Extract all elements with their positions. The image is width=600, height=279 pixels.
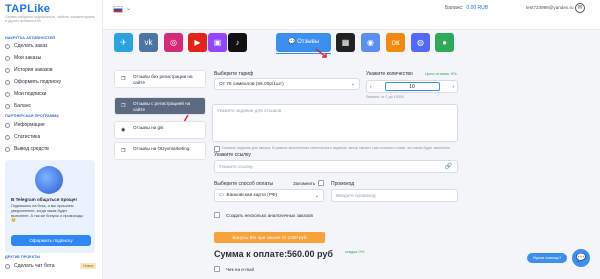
- annotation-arrow-icon: [315, 48, 327, 58]
- logo[interactable]: TAPLike: [5, 3, 50, 15]
- platform-likee-icon[interactable]: ◍: [411, 33, 430, 52]
- link-input[interactable]: Укажите ссылку 🔗: [214, 160, 458, 173]
- section-heading: Накрутка активностей: [5, 36, 55, 40]
- service-option[interactable]: ❐ Отзывы на Otzyvmarketing: [114, 142, 206, 160]
- telegram-card-title: В Telegram общаться проще!: [11, 197, 78, 202]
- platform-telegram-icon[interactable]: ✈: [114, 33, 133, 52]
- quantity-stepper[interactable]: ‹ 10 ›: [366, 80, 458, 93]
- payment-label: Выберите способ оплаты: [214, 181, 274, 187]
- quantity-label: Укажите количество: [366, 71, 413, 77]
- remember-checkbox[interactable]: [318, 180, 324, 186]
- chevron-down-icon: ⌄: [350, 81, 355, 87]
- service-option-active[interactable]: ❐ Отзывы с регистрацией на сайте: [114, 97, 206, 115]
- sidebar-item-my-subscriptions[interactable]: Мои подписки: [5, 91, 46, 97]
- plus-icon[interactable]: ›: [452, 84, 454, 90]
- minus-icon[interactable]: ‹: [370, 84, 372, 90]
- stats-icon: [5, 134, 10, 140]
- multi-order-checkbox[interactable]: [214, 212, 220, 218]
- sidebar-item-make-order[interactable]: Сделать заказ: [5, 43, 47, 49]
- tariff-select[interactable]: От 75 символов (56.00р/1шт) ⌄: [214, 78, 360, 90]
- help-button[interactable]: Нужна помощь?: [527, 253, 567, 263]
- sidebar-item-subscribe[interactable]: Оформить подписку: [5, 79, 61, 85]
- task-textarea[interactable]: Укажите задание для отзывов: [212, 104, 458, 142]
- russia-flag-icon[interactable]: [113, 6, 123, 13]
- link-label: Укажите ссылку: [214, 152, 251, 158]
- bonus-banner: Бонусы 5% при заказе от 1000 руб: [214, 232, 325, 243]
- payment-select[interactable]: ▭ Банковская карта (РФ) ⌄: [214, 189, 324, 202]
- subscriptions-icon: [5, 91, 10, 97]
- platform-youtube-icon[interactable]: ▶: [188, 33, 207, 52]
- total-label: Сумма к оплате:: [214, 249, 288, 259]
- section-heading: Партнерская программа: [5, 114, 59, 118]
- new-badge: Новое: [80, 263, 97, 269]
- service-option[interactable]: ◉ Отзывы на gis: [114, 121, 206, 139]
- user-email[interactable]: test723999@yandex.ru: [526, 5, 574, 10]
- chevron-down-icon[interactable]: ⌄: [126, 5, 131, 12]
- plus-icon: [5, 43, 10, 49]
- link-icon: 🔗: [444, 164, 452, 170]
- platform-yandex-zen-icon[interactable]: ▦: [336, 33, 355, 52]
- tariff-label: Выберите тариф: [214, 71, 254, 77]
- platform-twitch-icon[interactable]: ▣: [208, 33, 227, 52]
- logo-tagline: Сервис накрутки подписчиков, лайков, ком…: [5, 15, 95, 24]
- sidebar-item-balance[interactable]: Баланс: [5, 103, 31, 109]
- sidebar: TAPLike Сервис накрутки подписчиков, лай…: [0, 0, 103, 279]
- chat-icon[interactable]: 💬: [572, 249, 590, 267]
- total-value: 560.00 руб: [287, 249, 333, 259]
- platform-green-service-icon[interactable]: ●: [435, 33, 454, 52]
- sidebar-item-info[interactable]: Информация: [5, 122, 45, 128]
- balance-value: 0.00 RUB: [466, 5, 489, 11]
- sidebar-item-my-orders[interactable]: Мои заказы: [5, 55, 41, 61]
- bot-icon: [5, 263, 10, 269]
- balance: Баланс: 0.00 RUB: [445, 5, 489, 11]
- telegram-card-text: Подпишись на бота, и мы пришлем уведомле…: [11, 204, 84, 223]
- telegram-promo-card: В Telegram общаться проще! Подпишись на …: [5, 160, 95, 253]
- platform-tiktok-icon[interactable]: ♪: [228, 33, 247, 52]
- sidebar-item-withdraw[interactable]: Вывод средств: [5, 146, 49, 152]
- subscribe-icon: [5, 79, 10, 85]
- price-link[interactable]: Цена отзыва: 5%: [425, 71, 457, 76]
- section-heading: Другие проекты: [5, 255, 41, 259]
- comment-icon: ❐: [121, 76, 126, 82]
- history-icon: [5, 67, 10, 73]
- list-icon: [5, 55, 10, 61]
- card-icon: ▭: [219, 193, 224, 198]
- comment-icon: 💬: [287, 39, 298, 45]
- comment-icon: ❐: [121, 103, 126, 109]
- platform-instagram-icon[interactable]: ◎: [164, 33, 183, 52]
- comment-icon: ❐: [121, 148, 126, 154]
- quantity-value[interactable]: 10: [384, 82, 440, 91]
- remember-label: Запомнить: [293, 181, 316, 186]
- wallet-icon: [5, 103, 10, 109]
- platform-label: Отзывы: [297, 39, 320, 45]
- discount-label: скидка 0%: [345, 249, 365, 254]
- info-icon: [5, 122, 10, 128]
- chevron-down-icon: ⌄: [314, 192, 319, 199]
- telegram-mascot-icon: [35, 166, 63, 194]
- eye-icon: ◉: [121, 127, 126, 133]
- sidebar-item-chatbot[interactable]: Сделать чат бота: [5, 263, 55, 269]
- withdraw-icon: [5, 146, 10, 152]
- sidebar-item-history[interactable]: История заказов: [5, 67, 53, 73]
- promo-label: Промокод: [331, 181, 355, 187]
- describe-task-text: Описать задание для автора. В рамках вып…: [222, 146, 451, 150]
- email-receipt-checkbox[interactable]: [214, 266, 220, 272]
- subscribe-button[interactable]: Оформить подписку: [11, 235, 91, 246]
- mail-icon[interactable]: ✉: [575, 3, 585, 13]
- sidebar-item-stats[interactable]: Статистика: [5, 134, 40, 140]
- promo-input[interactable]: Введите промокод: [331, 189, 458, 202]
- service-option[interactable]: ❐ Отзывы без регистрации на сайте: [114, 70, 206, 88]
- multi-order-label: Создать несколько аналогичных заказов: [226, 213, 313, 218]
- email-receipt-label: Чек на e-mail: [226, 267, 254, 272]
- platform-discord-icon[interactable]: ◉: [361, 33, 380, 52]
- quantity-limits: Лимиты: от 1 до 10000: [366, 95, 404, 99]
- platform-odnoklassniki-icon[interactable]: ок: [386, 33, 405, 52]
- platform-vk-icon[interactable]: vk: [139, 33, 158, 52]
